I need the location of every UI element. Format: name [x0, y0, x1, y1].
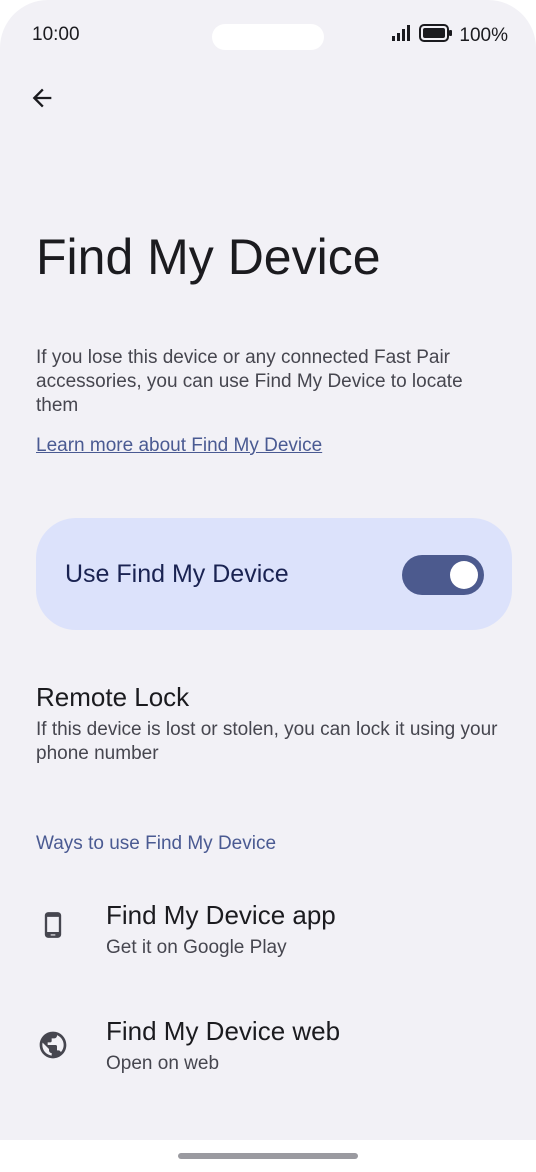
- home-indicator[interactable]: [178, 1153, 358, 1159]
- remote-lock-item[interactable]: Remote Lock If this device is lost or st…: [36, 680, 506, 766]
- find-my-device-web-subtitle: Open on web: [106, 1053, 220, 1074]
- find-my-device-app-title: Find My Device app: [106, 900, 336, 930]
- use-find-my-device-toggle-card[interactable]: Use Find My Device: [36, 518, 512, 630]
- use-find-my-device-switch[interactable]: [402, 555, 484, 595]
- learn-more-link[interactable]: Learn more about Find My Device: [36, 434, 322, 458]
- find-my-device-app-item[interactable]: Find My Device app Get it on Google Play: [0, 898, 536, 988]
- status-time: 10:00: [32, 24, 80, 45]
- back-button[interactable]: [22, 80, 62, 120]
- globe-icon: [36, 1028, 70, 1062]
- status-icons: 100%: [391, 24, 508, 48]
- screen: 10:00 100% Find My Device If you lose th…: [0, 0, 536, 1140]
- signal-icon: [391, 25, 413, 47]
- find-my-device-app-subtitle: Get it on Google Play: [106, 937, 287, 958]
- remote-lock-description: If this device is lost or stolen, you ca…: [36, 719, 498, 764]
- page-title: Find My Device: [36, 229, 381, 285]
- find-my-device-web-item[interactable]: Find My Device web Open on web: [0, 1014, 536, 1104]
- toggle-label: Use Find My Device: [65, 560, 289, 588]
- battery-percent: 100%: [459, 25, 508, 46]
- camera-cutout: [212, 24, 324, 50]
- find-my-device-web-title: Find My Device web: [106, 1016, 341, 1046]
- remote-lock-title: Remote Lock: [36, 682, 190, 712]
- status-bar: 10:00 100%: [0, 0, 536, 72]
- switch-thumb: [450, 561, 478, 589]
- arrow-left-icon: [28, 84, 56, 117]
- ways-section-header: Ways to use Find My Device: [36, 833, 277, 854]
- battery-icon: [419, 24, 453, 48]
- phone-icon: [36, 908, 70, 942]
- intro-description: If you lose this device or any connected…: [36, 347, 463, 416]
